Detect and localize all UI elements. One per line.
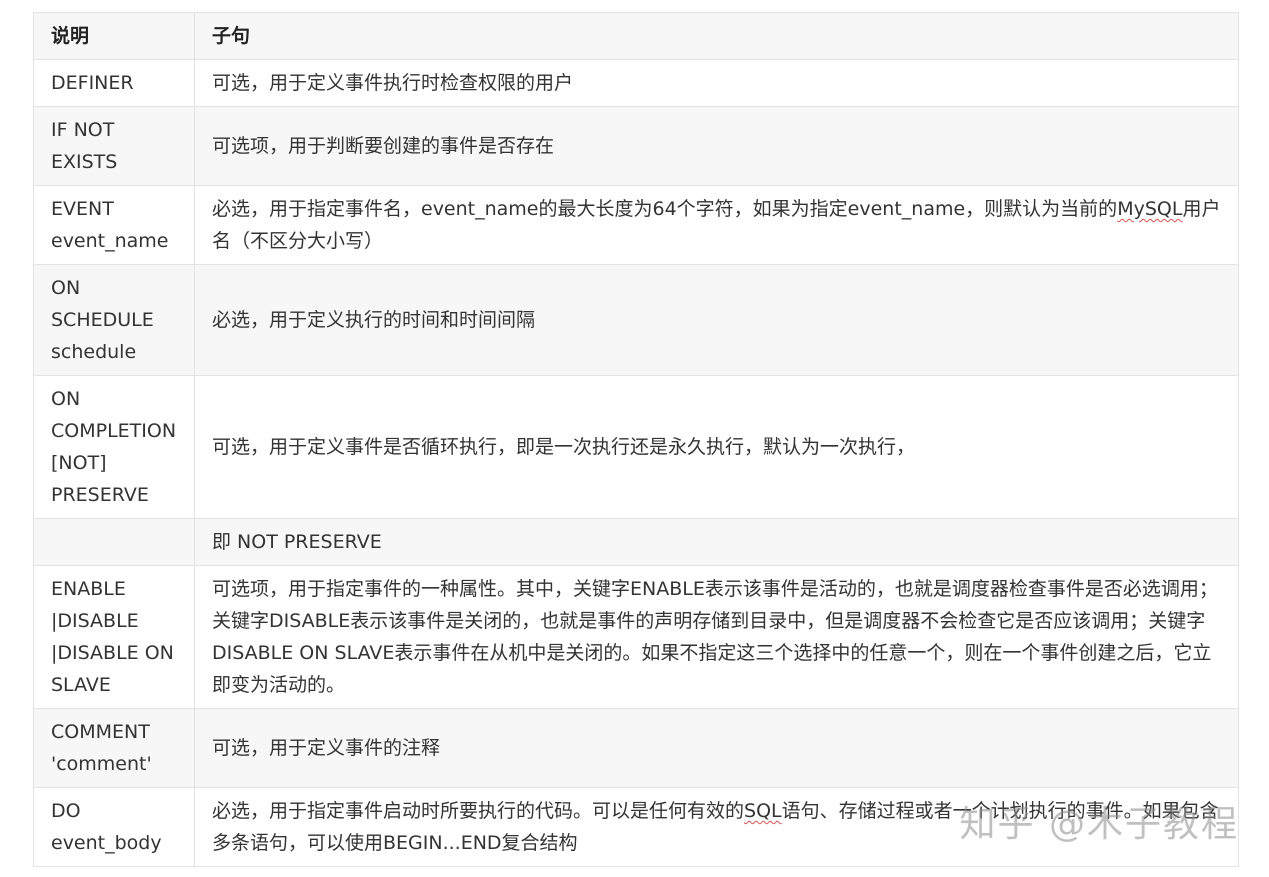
table-row: DEFINER 可选，用于定义事件执行时检查权限的用户	[33, 59, 1239, 107]
term-cell: ON SCHEDULE schedule	[33, 264, 195, 376]
table-header-row: 说明 子句	[33, 12, 1239, 60]
table-row: COMMENT 'comment' 可选，用于定义事件的注释	[33, 708, 1239, 788]
term-cell: COMMENT 'comment'	[33, 708, 195, 788]
table-row: 即 NOT PRESERVE	[33, 518, 1239, 566]
spellcheck-word: SQL	[744, 800, 782, 822]
desc-cell: 可选，用于定义事件的注释	[194, 708, 1239, 788]
table-row: ENABLE |DISABLE |DISABLE ON SLAVE 可选项，用于…	[33, 565, 1239, 709]
term-cell: DO event_body	[33, 787, 195, 867]
desc-cell: 可选项，用于指定事件的一种属性。其中，关键字ENABLE表示该事件是活动的，也就…	[194, 565, 1239, 709]
table-row: EVENT event_name 必选，用于指定事件名，event_name的最…	[33, 185, 1239, 265]
table-row: ON SCHEDULE schedule 必选，用于定义执行的时间和时间间隔	[33, 264, 1239, 376]
term-cell: IF NOT EXISTS	[33, 106, 195, 186]
desc-text: 必选，用于指定事件名，event_name的最大长度为64个字符，如果为指定ev…	[212, 198, 1118, 220]
term-cell: ENABLE |DISABLE |DISABLE ON SLAVE	[33, 565, 195, 709]
desc-cell: 可选，用于定义事件是否循环执行，即是一次执行还是永久执行，默认为一次执行，	[194, 375, 1239, 519]
desc-cell: 可选，用于定义事件执行时检查权限的用户	[194, 59, 1239, 107]
header-description: 说明	[33, 12, 195, 60]
desc-cell: 必选，用于指定事件名，event_name的最大长度为64个字符，如果为指定ev…	[194, 185, 1239, 265]
term-cell: EVENT event_name	[33, 185, 195, 265]
header-clause: 子句	[194, 12, 1239, 60]
desc-cell: 必选，用于定义执行的时间和时间间隔	[194, 264, 1239, 376]
zhihu-watermark: 知乎 @木子教程	[959, 804, 1239, 845]
table-row: IF NOT EXISTS 可选项，用于判断要创建的事件是否存在	[33, 106, 1239, 186]
term-cell: ON COMPLETION [NOT] PRESERVE	[33, 375, 195, 519]
term-cell: DEFINER	[33, 59, 195, 107]
desc-cell: 即 NOT PRESERVE	[194, 518, 1239, 566]
event-clause-table: 说明 子句 DEFINER 可选，用于定义事件执行时检查权限的用户 IF NOT…	[33, 12, 1239, 867]
term-cell	[33, 518, 195, 566]
desc-cell: 可选项，用于判断要创建的事件是否存在	[194, 106, 1239, 186]
spellcheck-word: MySQL	[1117, 198, 1183, 220]
desc-text: 必选，用于指定事件启动时所要执行的代码。可以是任何有效的	[212, 800, 745, 822]
table-row: ON COMPLETION [NOT] PRESERVE 可选，用于定义事件是否…	[33, 375, 1239, 519]
